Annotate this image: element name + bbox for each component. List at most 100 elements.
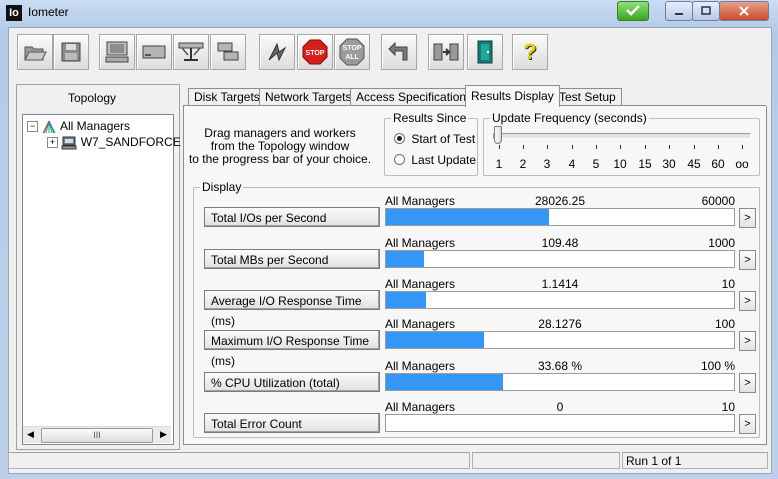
slider-tick-mark (669, 145, 670, 149)
slider-tick-label: 15 (638, 157, 652, 171)
app-icon: Io (6, 5, 22, 21)
metric-range-button[interactable]: > (739, 414, 756, 434)
metric-select-button[interactable]: Average I/O Response Time (ms) (204, 290, 380, 328)
reset-workers-button[interactable] (381, 34, 417, 70)
metric-select-button[interactable]: Total MBs per Second (204, 249, 380, 269)
tree-item-w7-sandforce[interactable]: + W7_SANDFORCE (47, 134, 181, 150)
metric-range-button[interactable]: > (739, 373, 756, 393)
topology-tree[interactable]: − All Managers + W7_SANDFORCE (22, 114, 181, 445)
scroll-right-icon[interactable]: ▶ (160, 429, 167, 440)
metric-max: 10 (721, 277, 735, 291)
metric-select-button[interactable]: Maximum I/O Response Time (ms) (204, 330, 380, 368)
metric-max: 1000 (708, 236, 735, 250)
collapse-icon[interactable]: − (27, 121, 38, 133)
slider-tick-mark (645, 145, 646, 149)
close-icon (739, 6, 749, 16)
slider-tick-mark (499, 145, 500, 149)
tab-disk-targets[interactable]: Disk Targets (188, 88, 266, 106)
topology-title: Topology (68, 91, 117, 105)
metric-range-button[interactable]: > (739, 331, 756, 351)
radio-label: Last Update (411, 153, 477, 167)
tab-test-setup[interactable]: Test Setup (553, 88, 622, 106)
toolbar: STOP STOP ALL ? (10, 34, 768, 74)
open-icon (24, 46, 47, 61)
metric-select-button[interactable]: Total Error Count (204, 413, 380, 433)
slider-tick-label: 2 (519, 157, 527, 171)
svg-text:STOP: STOP (306, 50, 325, 57)
metric-bar-fill (386, 292, 426, 308)
metric-value: 28026.25 (534, 194, 586, 208)
metric-max: 60000 (701, 194, 735, 208)
tree-item-label: All Managers (60, 119, 131, 133)
slider-tick-label: 10 (613, 157, 627, 171)
metric-progress-bar[interactable] (385, 331, 735, 349)
stop-all-icon: STOP ALL (339, 38, 365, 66)
metric-value: 1.1414 (541, 277, 579, 291)
metric-max: 100 % (700, 359, 735, 373)
instructions: Drag managers and workers from the Topol… (186, 127, 374, 166)
managers-icon (42, 120, 56, 134)
about-icon: ? (523, 39, 537, 64)
stop-all-button[interactable]: STOP ALL (334, 34, 370, 70)
metric-range-button[interactable]: > (739, 291, 756, 311)
slider-tick-label: 3 (543, 157, 551, 171)
metric-select-button[interactable]: Total I/Os per Second (204, 207, 380, 227)
metric-progress-bar[interactable] (385, 373, 735, 391)
slider-tick-label: 60 (711, 157, 725, 171)
scroll-left-icon[interactable]: ◀ (27, 429, 34, 440)
radio-last-update[interactable]: Last Update (394, 153, 476, 167)
slider-tick-mark (572, 145, 573, 149)
save-button[interactable] (53, 34, 89, 70)
reset-workers-icon (388, 41, 408, 61)
results-since-group (384, 118, 478, 176)
metric-progress-bar[interactable] (385, 414, 735, 432)
metric-bar-fill (386, 251, 425, 267)
expand-icon[interactable]: + (47, 137, 58, 149)
radio-start-of-test[interactable]: Start of Test (394, 132, 475, 146)
window-title: Iometer (28, 5, 69, 19)
metric-progress-bar[interactable] (385, 291, 735, 309)
update-frequency-slider[interactable] (493, 133, 751, 139)
metric-value: 33.68 % (537, 359, 583, 373)
metric-range-button[interactable]: > (739, 250, 756, 270)
slider-thumb[interactable] (494, 126, 502, 144)
metric-source: All Managers (385, 317, 456, 331)
instructions-line-3: to the progress bar of your choice. (188, 152, 372, 166)
duplicate-worker-icon (217, 42, 239, 61)
tree-item-all-managers[interactable]: − All Managers (27, 118, 130, 134)
maximize-button[interactable] (692, 1, 720, 21)
new-disk-worker-button[interactable] (136, 34, 172, 70)
update-icon-button[interactable] (617, 1, 649, 21)
start-tests-icon (268, 42, 287, 62)
slider-tick-mark (596, 145, 597, 149)
tree-item-label: W7_SANDFORCE (80, 135, 181, 149)
open-button[interactable] (17, 34, 53, 70)
exit-button[interactable] (467, 34, 503, 70)
metric-progress-bar[interactable] (385, 208, 735, 226)
radio-unselected-icon (394, 154, 405, 165)
scroll-thumb[interactable]: III (41, 428, 153, 443)
topology-horizontal-scrollbar[interactable]: ◀ III ▶ (23, 426, 171, 443)
tab-results-display[interactable]: Results Display (465, 85, 560, 107)
minimize-icon (675, 13, 683, 15)
start-tests-button[interactable] (259, 34, 295, 70)
slider-tick-mark (523, 145, 524, 149)
minimize-button[interactable] (665, 1, 693, 21)
tab-access-specifications[interactable]: Access Specifications (350, 88, 479, 106)
metric-progress-bar[interactable] (385, 250, 735, 268)
stop-icon: STOP (302, 39, 328, 65)
close-button[interactable] (719, 1, 769, 21)
slider-tick-mark (742, 145, 743, 149)
new-network-worker-button[interactable] (173, 34, 209, 70)
tab-network-targets[interactable]: Network Targets (259, 88, 358, 106)
config-button[interactable] (428, 34, 464, 70)
slider-tick-label: 5 (592, 157, 600, 171)
metric-select-button[interactable]: % CPU Utilization (total) (204, 372, 380, 392)
metric-range-button[interactable]: > (739, 208, 756, 228)
stop-button[interactable]: STOP (297, 34, 333, 70)
duplicate-worker-button[interactable] (210, 34, 246, 70)
status-cell-middle (472, 452, 620, 469)
new-worker-button[interactable] (99, 34, 135, 70)
status-cell-main (8, 452, 470, 469)
about-button[interactable]: ? (512, 34, 548, 70)
